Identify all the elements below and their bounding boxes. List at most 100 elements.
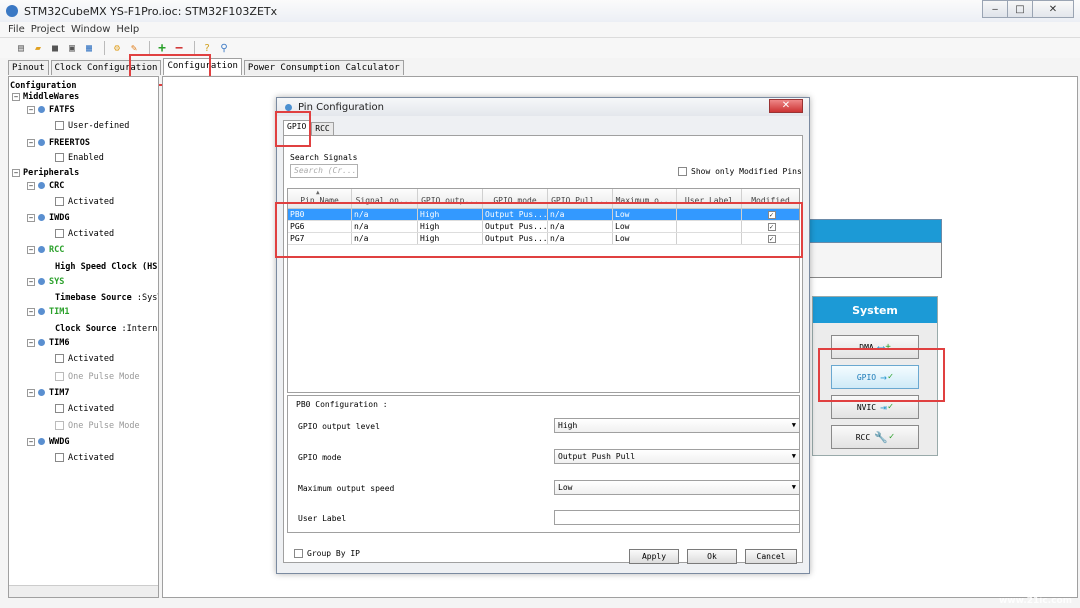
- collapse-icon[interactable]: −: [27, 245, 35, 254]
- toolbar-separator: [104, 41, 105, 55]
- checkbox[interactable]: [55, 153, 64, 162]
- open-folder-icon[interactable]: ▰: [31, 41, 45, 55]
- checkbox[interactable]: [55, 229, 64, 238]
- zoom-in-icon[interactable]: +: [155, 41, 169, 56]
- checkbox[interactable]: [55, 404, 64, 413]
- tree-node-wwdg[interactable]: − WWDG: [27, 436, 69, 448]
- collapse-icon[interactable]: −: [27, 213, 35, 222]
- search-signals-input[interactable]: Search (Cr...: [290, 164, 358, 178]
- gpio-mode-select[interactable]: Output Push Pull ▼: [554, 449, 800, 464]
- help-icon[interactable]: ?: [200, 41, 214, 55]
- output-level-select[interactable]: High ▼: [554, 418, 800, 433]
- new-project-icon[interactable]: ▤: [14, 41, 28, 55]
- collapse-icon[interactable]: −: [27, 138, 35, 147]
- tree-item-tim7-activated[interactable]: Activated: [55, 403, 114, 415]
- checkbox[interactable]: [55, 197, 64, 206]
- menu-project[interactable]: Project: [31, 24, 65, 35]
- collapse-icon[interactable]: −: [27, 388, 35, 397]
- tree-node-tim1[interactable]: − TIM1: [27, 306, 69, 318]
- tree-item-tim7-onepulse: One Pulse Mode: [55, 420, 140, 432]
- collapse-icon[interactable]: −: [27, 338, 35, 347]
- dropdown-arrow-icon: ▼: [791, 421, 796, 429]
- close-button[interactable]: ✕: [1032, 0, 1074, 18]
- collapse-icon[interactable]: −: [27, 105, 35, 114]
- tree-item-tim1-clock[interactable]: Clock Source :Interna: [55, 323, 158, 335]
- collapse-icon[interactable]: −: [27, 277, 35, 286]
- tree-item-freertos-enabled[interactable]: Enabled: [55, 152, 104, 164]
- tree-item-fatfs-user-defined[interactable]: User-defined: [55, 120, 129, 132]
- tab-pinout[interactable]: Pinout: [8, 60, 49, 75]
- toolbar-separator: [194, 41, 195, 55]
- status-dot-icon: [38, 106, 45, 113]
- pin-configuration-dialog: Pin Configuration ✕ GPIO RCC Search Sign…: [276, 97, 810, 574]
- collapse-icon[interactable]: −: [27, 181, 35, 190]
- tree-node-sys[interactable]: − SYS: [27, 276, 64, 288]
- generate-code-icon[interactable]: ⚙: [110, 41, 124, 55]
- tab-power-consumption[interactable]: Power Consumption Calculator: [243, 60, 404, 75]
- tree-node-crc[interactable]: − CRC: [27, 180, 64, 192]
- show-modified-pins[interactable]: Show only Modified Pins: [678, 167, 802, 176]
- gpio-mode-label: GPIO mode: [298, 453, 342, 462]
- tree-node-peripherals[interactable]: − Peripherals: [12, 167, 79, 179]
- checkbox[interactable]: [678, 167, 687, 176]
- save-all-icon[interactable]: ▦: [82, 41, 96, 55]
- minimize-button[interactable]: ‒: [982, 0, 1008, 18]
- checkbox[interactable]: [55, 354, 64, 363]
- menu-bar: File Project Window Help: [0, 22, 1080, 38]
- status-dot-icon: [38, 308, 45, 315]
- status-dot-icon: [38, 278, 45, 285]
- group-by-ip[interactable]: Group By IP: [294, 549, 360, 558]
- ok-button[interactable]: Ok: [687, 549, 737, 564]
- apply-button[interactable]: Apply: [629, 549, 679, 564]
- menu-file[interactable]: File: [8, 24, 25, 35]
- tab-rcc[interactable]: RCC: [311, 122, 334, 135]
- collapse-icon[interactable]: −: [12, 168, 20, 177]
- save-icon[interactable]: ■: [48, 41, 62, 55]
- check-icon: ✓: [887, 402, 894, 412]
- menu-window[interactable]: Window: [71, 24, 110, 35]
- tree-node-freertos[interactable]: − FREERTOS: [27, 137, 90, 149]
- tree-item-crc-activated[interactable]: Activated: [55, 196, 114, 208]
- tree-item-iwdg-activated[interactable]: Activated: [55, 228, 114, 240]
- max-speed-label: Maximum output speed: [298, 484, 395, 493]
- collapse-icon[interactable]: −: [12, 92, 20, 101]
- checkbox[interactable]: [55, 121, 64, 130]
- nvic-icon: ⇥: [880, 400, 887, 414]
- cancel-button[interactable]: Cancel: [745, 549, 797, 564]
- tree-node-middlewares[interactable]: − MiddleWares: [12, 91, 79, 103]
- tree-node-tim6[interactable]: − TIM6: [27, 337, 69, 349]
- collapse-icon[interactable]: −: [27, 307, 35, 316]
- checkbox[interactable]: [294, 549, 303, 558]
- user-label-label: User Label: [298, 514, 347, 523]
- max-speed-select[interactable]: Low ▼: [554, 480, 800, 495]
- watermark-brand: 21ic: [922, 568, 996, 603]
- rcc-button[interactable]: RCC 🔧 ✓: [831, 425, 919, 449]
- dialog-close-button[interactable]: ✕: [769, 99, 803, 113]
- horizontal-scrollbar[interactable]: [9, 585, 158, 597]
- search-icon[interactable]: ⚲: [217, 41, 231, 55]
- checkbox[interactable]: [55, 453, 64, 462]
- watermark-cn: 中国电子网: [1002, 575, 1072, 591]
- watermark: 21ic 中国电子网 www.21ic.com: [922, 568, 1072, 608]
- maximize-button[interactable]: □: [1007, 0, 1033, 18]
- tree-item-tim6-activated[interactable]: Activated: [55, 353, 114, 365]
- tree-node-tim7[interactable]: − TIM7: [27, 387, 69, 399]
- report-icon[interactable]: ✎: [127, 41, 141, 55]
- highlight-gpio-button: [818, 348, 945, 402]
- title-bar: STM32CubeMX YS-F1Pro.ioc: STM32F103ZETx …: [0, 0, 1080, 22]
- tree-node-rcc[interactable]: − RCC: [27, 244, 64, 256]
- search-signals-label: Search Signals: [290, 153, 358, 162]
- zoom-out-icon[interactable]: −: [172, 41, 186, 56]
- tree-node-iwdg[interactable]: − IWDG: [27, 212, 69, 224]
- collapse-icon[interactable]: −: [27, 437, 35, 446]
- tree-item-wwdg-activated[interactable]: Activated: [55, 452, 114, 464]
- menu-help[interactable]: Help: [116, 24, 139, 35]
- toolbar-separator: [149, 41, 150, 55]
- check-icon: ✓: [888, 432, 895, 442]
- tree-item-sys-timebase[interactable]: Timebase Source :SysT: [55, 292, 158, 304]
- save-as-icon[interactable]: ▣: [65, 41, 79, 55]
- user-label-input[interactable]: [554, 510, 800, 525]
- tree-item-rcc-hsc[interactable]: High Speed Clock (HS: [55, 261, 157, 273]
- tree-node-fatfs[interactable]: − FATFS: [27, 104, 75, 116]
- dialog-body: Search Signals Search (Cr... Show only M…: [283, 135, 803, 563]
